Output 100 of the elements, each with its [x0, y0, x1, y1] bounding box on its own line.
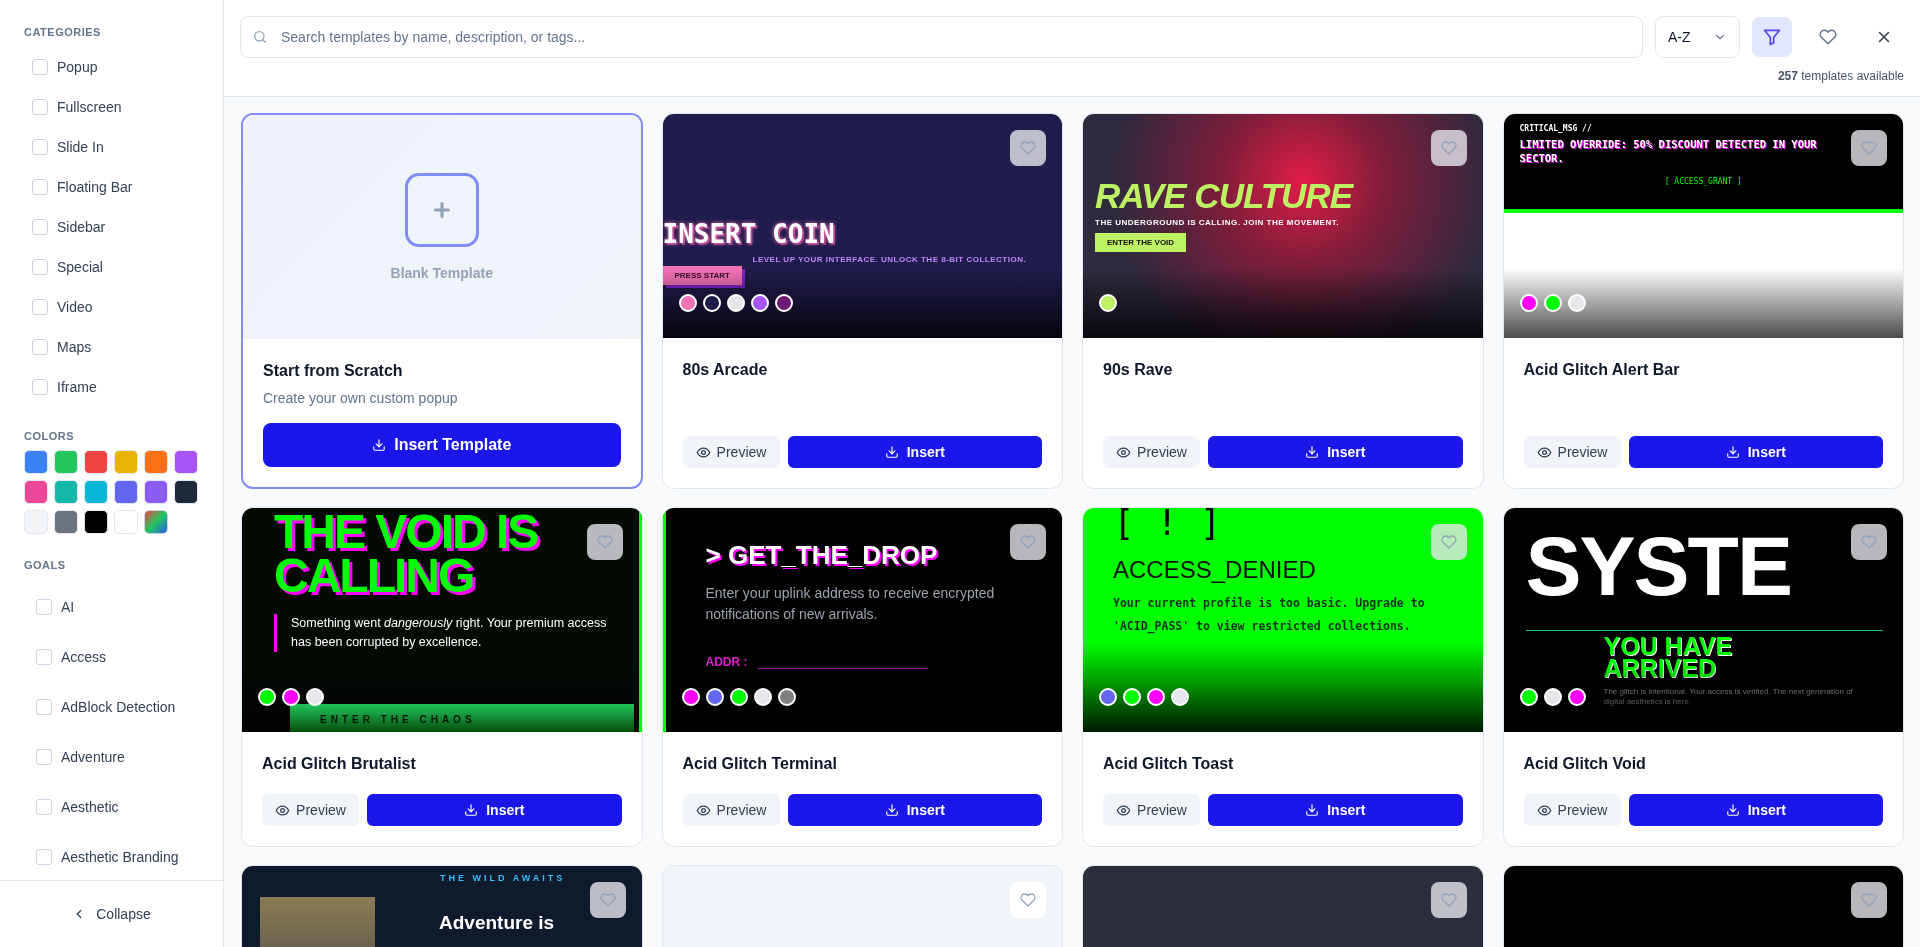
- search-field[interactable]: Search templates by name, description, or tags...: [240, 16, 1643, 58]
- filter-option[interactable]: Special: [32, 247, 199, 287]
- favorite-button[interactable]: [1851, 130, 1887, 166]
- insert-template-button[interactable]: Insert Template: [263, 423, 621, 467]
- color-swatch[interactable]: [54, 480, 78, 504]
- template-card[interactable]: Blank Template Start from Scratch Create your own custom popup Insert Template: [241, 113, 643, 489]
- preview-button[interactable]: Preview: [1523, 794, 1621, 826]
- preview-label: ADDR :: [705, 655, 748, 669]
- color-swatch[interactable]: [114, 480, 138, 504]
- insert-button[interactable]: Insert: [787, 436, 1042, 468]
- template-card[interactable]: [ ! ] ACCESS_DENIED Your current profile is too basic. Upgrade to 'ACID_PASS' to view restricted collections. Acid Glitch Toast Preview Insert: [1082, 507, 1484, 847]
- template-title: Acid Glitch Terminal: [682, 754, 838, 774]
- filter-option[interactable]: Adventure: [36, 732, 199, 782]
- favorite-button[interactable]: [1010, 130, 1046, 166]
- color-swatch[interactable]: [174, 480, 198, 504]
- insert-button[interactable]: Insert: [367, 794, 622, 826]
- filter-option[interactable]: Video: [32, 287, 199, 327]
- favorite-button[interactable]: [1851, 882, 1887, 918]
- color-swatch[interactable]: [114, 510, 138, 534]
- sort-dropdown[interactable]: A-Z: [1655, 16, 1740, 58]
- checkbox[interactable]: [36, 849, 52, 865]
- favorite-button[interactable]: [586, 524, 623, 560]
- color-swatch[interactable]: [54, 510, 78, 534]
- checkbox[interactable]: [32, 379, 48, 395]
- filter-option[interactable]: Popup: [32, 47, 199, 87]
- eye-icon: [1536, 802, 1552, 818]
- checkbox[interactable]: [32, 139, 48, 155]
- filter-option[interactable]: Aesthetic: [36, 782, 199, 832]
- checkbox[interactable]: [32, 219, 48, 235]
- insert-button[interactable]: Insert: [1208, 436, 1463, 468]
- favorite-button[interactable]: [589, 882, 626, 918]
- template-title: Start from Scratch: [263, 361, 404, 381]
- color-swatch[interactable]: [54, 450, 78, 474]
- template-card[interactable]: > GET_THE_DROP Enter your uplink address to receive encrypted notifications of new arrivals. ADDR : Acid Glitch Terminal Preview Insert: [661, 507, 1063, 847]
- filter-option[interactable]: Maps: [32, 327, 199, 367]
- color-swatch[interactable]: [114, 450, 138, 474]
- preview-button[interactable]: Preview: [1103, 794, 1200, 826]
- preview-headline: RAVE CULTURE: [1095, 176, 1355, 216]
- checkbox[interactable]: [36, 799, 52, 815]
- heart-icon: [1440, 534, 1457, 550]
- filter-option[interactable]: Floating Bar: [32, 167, 199, 207]
- favorite-button[interactable]: [1010, 524, 1046, 560]
- color-swatch[interactable]: [84, 480, 108, 504]
- multicolor-swatch[interactable]: [144, 510, 168, 534]
- collapse-button[interactable]: Collapse: [66, 905, 157, 923]
- filter-option[interactable]: Sidebar: [32, 207, 199, 247]
- insert-button[interactable]: Insert: [1628, 794, 1883, 826]
- filter-option[interactable]: Fullscreen: [32, 87, 199, 127]
- filter-icon: [1762, 27, 1782, 47]
- color-swatch[interactable]: [84, 450, 108, 474]
- template-title: Acid Glitch Alert Bar: [1523, 360, 1681, 380]
- template-title: Acid Glitch Brutalist: [262, 754, 417, 774]
- filter-option[interactable]: Aesthetic Branding: [36, 832, 199, 880]
- heart-icon: [1861, 534, 1877, 550]
- color-swatch[interactable]: [144, 480, 168, 504]
- insert-button[interactable]: Insert: [1628, 436, 1883, 468]
- favorite-button[interactable]: [1430, 130, 1467, 166]
- color-swatch[interactable]: [24, 480, 48, 504]
- preview-button[interactable]: Preview: [1103, 436, 1200, 468]
- checkbox[interactable]: [36, 649, 52, 665]
- template-card[interactable]: THE VOID IS CALLING Something went dangerously right. Your premium access has been corrupted by excellence. ENTER THE CHAOS Acid Glitch Brutalist Preview Insert: [241, 507, 643, 847]
- checkbox[interactable]: [32, 339, 48, 355]
- checkbox[interactable]: [32, 179, 48, 195]
- insert-button[interactable]: Insert: [787, 794, 1042, 826]
- checkbox[interactable]: [32, 59, 48, 75]
- download-icon: [464, 803, 479, 817]
- checkbox[interactable]: [36, 599, 52, 615]
- template-card[interactable]: CRITICAL_MSG // LIMITED OVERRIDE: 50% DISCOUNT DETECTED IN YOUR SECTOR. [ ACCESS_GRANT ] Acid Glitch Alert Bar Preview Insert: [1502, 113, 1904, 489]
- preview-button[interactable]: Preview: [682, 436, 780, 468]
- filter-button[interactable]: [1752, 17, 1792, 57]
- checkbox[interactable]: [32, 99, 48, 115]
- favorite-button[interactable]: [1430, 882, 1467, 918]
- filter-option[interactable]: Iframe: [32, 367, 199, 407]
- favorite-button[interactable]: [1851, 524, 1887, 560]
- filter-option[interactable]: AI: [36, 582, 199, 632]
- checkbox[interactable]: [36, 749, 52, 765]
- checkbox[interactable]: [32, 259, 48, 275]
- heart-icon: [1861, 140, 1877, 156]
- preview-text: Something went dangerously right. Your premium access has been corrupted by excellence.: [274, 614, 611, 652]
- preview-button[interactable]: Preview: [262, 794, 359, 826]
- color-swatch[interactable]: [174, 450, 198, 474]
- insert-button[interactable]: Insert: [1208, 794, 1463, 826]
- template-card[interactable]: THE WILD AWAITS Adventure is: [241, 865, 643, 947]
- preview-button[interactable]: Preview: [1523, 436, 1621, 468]
- checkbox[interactable]: [36, 699, 52, 715]
- filter-option[interactable]: AdBlock Detection: [36, 682, 199, 732]
- color-swatch[interactable]: [84, 510, 108, 534]
- preview-button[interactable]: Preview: [682, 794, 780, 826]
- checkbox[interactable]: [32, 299, 48, 315]
- eye-icon: [1116, 444, 1132, 460]
- color-swatch[interactable]: [24, 450, 48, 474]
- template-card[interactable]: RAVE CULTURE THE UNDERGROUND IS CALLING. JOIN THE MOVEMENT. ENTER THE VOID 90s Rave Preview Insert: [1082, 113, 1484, 489]
- filter-option[interactable]: Access: [36, 632, 199, 682]
- template-card[interactable]: INSERT COIN LEVEL UP YOUR INTERFACE. UNLOCK THE 8-BIT COLLECTION. PRESS START 80s Arcade Preview Insert: [661, 113, 1063, 489]
- eye-icon: [695, 802, 711, 818]
- template-card[interactable]: SYSTE YOU HAVE ARRIVED The glitch is intentional. Your access is verified. The next generation of digital aesthetics is here. Acid Glitch Void Preview Insert: [1502, 507, 1904, 847]
- template-title: 90s Rave: [1103, 360, 1174, 380]
- filter-option[interactable]: Slide In: [32, 127, 199, 167]
- color-swatch[interactable]: [24, 510, 48, 534]
- color-swatch[interactable]: [144, 450, 168, 474]
